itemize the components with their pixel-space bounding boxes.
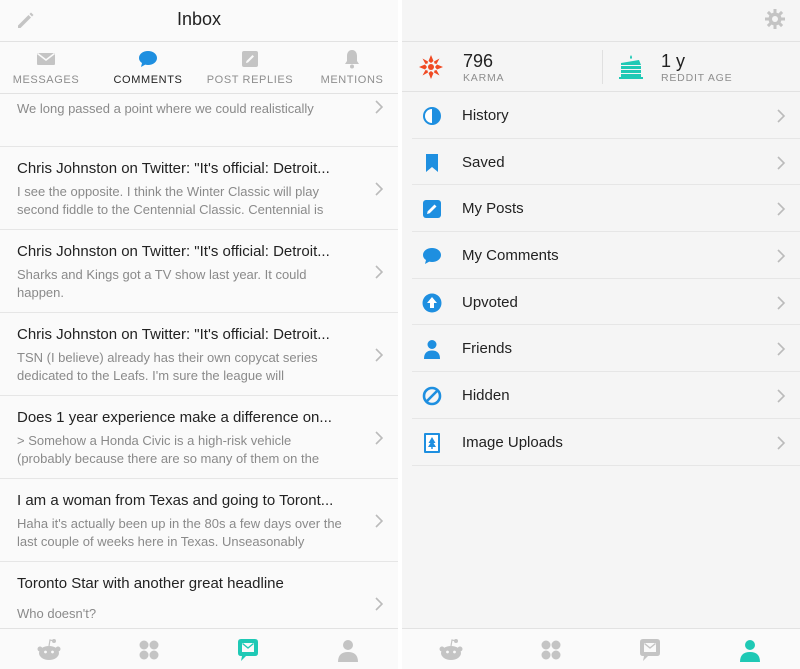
reddit-age-label: REDDIT AGE <box>661 72 733 84</box>
menu-item-label: History <box>462 107 509 124</box>
tab-messages[interactable]: MESSAGES <box>0 42 92 94</box>
menu-item-label: Image Uploads <box>462 433 563 451</box>
history-icon <box>423 107 441 125</box>
thread-title: I am a woman from Texas and going to Tor… <box>17 492 334 509</box>
page-title: Inbox <box>177 9 222 29</box>
karma-label: KARMA <box>463 72 505 84</box>
chevron-right-icon <box>777 249 786 263</box>
chevron-right-icon <box>375 100 384 114</box>
chevron-right-icon <box>375 348 384 362</box>
speech-bubble-icon <box>423 248 441 265</box>
upvote-icon <box>422 293 442 313</box>
profile-person-icon[interactable] <box>737 637 763 663</box>
karma-value: 796 <box>463 51 494 71</box>
chevron-right-icon <box>777 436 786 450</box>
menu-item-label: Saved <box>462 153 505 171</box>
chevron-right-icon <box>777 156 786 170</box>
gear-icon[interactable] <box>764 8 786 30</box>
thread-title: Does 1 year experience make a difference… <box>17 409 332 426</box>
menu-item-label: Friends <box>462 340 513 358</box>
list-item[interactable]: Chris Johnston on Twitter: "It's officia… <box>0 230 398 313</box>
inbox-panel: Inbox MESSAGES COMMENTS POST REPLIES MEN… <box>0 0 398 669</box>
chevron-right-icon <box>375 597 384 611</box>
profile-header <box>402 0 800 42</box>
thread-title: Chris Johnston on Twitter: "It's officia… <box>17 160 330 177</box>
thread-title: Chris Johnston on Twitter: "It's officia… <box>17 326 330 343</box>
person-icon <box>424 340 440 360</box>
comment-preview: Who doesn't? <box>17 606 97 621</box>
inbox-chat-icon[interactable] <box>235 637 261 663</box>
cake-icon <box>619 55 643 79</box>
comment-list: We long passed a point where we could re… <box>0 94 398 632</box>
list-item[interactable]: Toronto Star with another great headline… <box>0 562 398 632</box>
menu-item-image-uploads[interactable]: Image Uploads <box>412 419 800 466</box>
profile-menu: History Saved My Posts My Comments Upvot… <box>412 92 800 466</box>
inbox-chat-icon[interactable] <box>637 637 663 663</box>
menu-item-my-comments[interactable]: My Comments <box>412 232 800 279</box>
tab-label: COMMENTS <box>113 74 183 86</box>
inbox-header: Inbox <box>0 0 398 42</box>
tab-label: POST REPLIES <box>206 74 294 86</box>
comment-preview: > Somehow a Honda Civic is a high-risk v… <box>17 433 320 466</box>
list-item[interactable]: Chris Johnston on Twitter: "It's officia… <box>0 147 398 230</box>
chevron-right-icon <box>777 296 786 310</box>
bookmark-icon <box>426 153 438 172</box>
post-reply-icon <box>242 51 258 67</box>
stats-separator <box>602 50 603 84</box>
reddit-alien-icon[interactable] <box>36 637 62 663</box>
tab-comments[interactable]: COMMENTS <box>102 42 194 94</box>
thread-title: Chris Johnston on Twitter: "It's officia… <box>17 243 330 260</box>
grid-icon[interactable] <box>136 637 162 663</box>
bottom-tab-bar <box>402 628 800 669</box>
chevron-right-icon <box>777 202 786 216</box>
menu-item-friends[interactable]: Friends <box>412 325 800 373</box>
inbox-tabs: MESSAGES COMMENTS POST REPLIES MENTIONS <box>0 42 398 94</box>
profile-stats: 796 KARMA 1 y REDDIT AGE <box>402 42 800 92</box>
chevron-right-icon <box>777 342 786 357</box>
tab-mentions[interactable]: MENTIONS <box>306 42 398 94</box>
pencil-square-icon <box>423 200 441 219</box>
reddit-alien-icon[interactable] <box>438 637 464 663</box>
list-item[interactable]: Does 1 year experience make a difference… <box>0 396 398 479</box>
karma-icon <box>419 55 443 79</box>
menu-item-label: My Comments <box>462 247 559 265</box>
chevron-right-icon <box>777 389 786 403</box>
bell-icon <box>345 50 359 69</box>
menu-item-history[interactable]: History <box>412 92 800 139</box>
menu-item-my-posts[interactable]: My Posts <box>412 185 800 233</box>
comment-preview: Haha it's actually been up in the 80s a … <box>17 516 342 549</box>
tab-label: MENTIONS <box>320 74 384 86</box>
menu-item-label: My Posts <box>462 200 524 218</box>
menu-item-label: Upvoted <box>462 293 518 311</box>
chevron-right-icon <box>375 182 384 196</box>
list-item[interactable]: We long passed a point where we could re… <box>0 94 398 147</box>
chevron-right-icon <box>375 431 384 445</box>
chevron-right-icon <box>777 109 786 123</box>
list-item[interactable]: I am a woman from Texas and going to Tor… <box>0 479 398 562</box>
image-upload-icon <box>424 432 440 453</box>
reddit-age-value: 1 y <box>661 51 686 71</box>
profile-panel: 796 KARMA 1 y REDDIT AGE History Saved M… <box>402 0 800 669</box>
bottom-tab-bar <box>0 628 398 669</box>
chevron-right-icon <box>375 265 384 279</box>
comment-preview: TSN (I believe) already has their own co… <box>17 350 318 383</box>
thread-title: Toronto Star with another great headline <box>17 575 284 592</box>
menu-item-saved[interactable]: Saved <box>412 139 800 186</box>
hidden-icon <box>422 386 442 406</box>
compose-pencil-icon[interactable] <box>14 8 38 32</box>
comment-preview: We long passed a point where we could re… <box>17 101 314 116</box>
menu-item-hidden[interactable]: Hidden <box>412 372 800 419</box>
comment-preview: I see the opposite. I think the Winter C… <box>17 184 324 217</box>
menu-item-upvoted[interactable]: Upvoted <box>412 279 800 326</box>
list-item[interactable]: Chris Johnston on Twitter: "It's officia… <box>0 313 398 396</box>
chevron-right-icon <box>375 514 384 528</box>
profile-person-icon[interactable] <box>335 637 361 663</box>
menu-item-label: Hidden <box>462 387 510 405</box>
tab-label: MESSAGES <box>12 74 80 86</box>
speech-bubble-icon <box>139 51 157 67</box>
tab-post-replies[interactable]: POST REPLIES <box>204 42 296 94</box>
envelope-icon <box>37 52 55 65</box>
grid-icon[interactable] <box>538 637 564 663</box>
comment-preview: Sharks and Kings got a TV show last year… <box>17 267 307 300</box>
